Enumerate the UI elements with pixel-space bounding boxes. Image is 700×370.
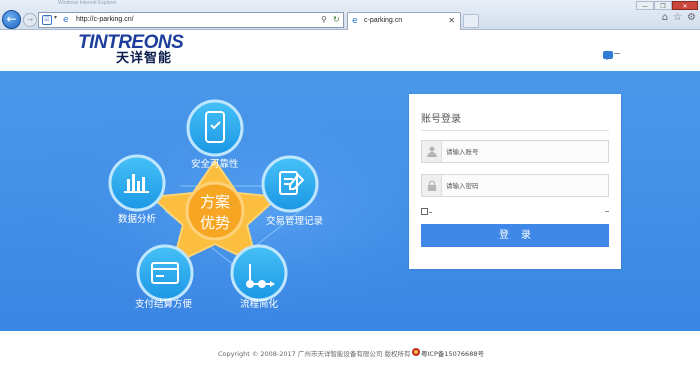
forward-button[interactable]: → xyxy=(23,13,37,27)
remember-label[interactable] xyxy=(429,212,432,213)
gear-icon[interactable]: ⚙ xyxy=(687,12,696,24)
password-input[interactable] xyxy=(446,178,604,193)
logo[interactable]: TINTREONS 天详智能 xyxy=(78,33,208,67)
site-header: TINTREONS 天详智能 xyxy=(0,30,700,71)
remember-checkbox[interactable] xyxy=(421,208,428,215)
feature-label-security: 安全可靠性 xyxy=(191,159,239,170)
window-controls: — ❐ ✕ xyxy=(636,1,698,10)
address-bar[interactable]: ☑ ▾ e http://c-parking.cn/ ⚲ ↻ xyxy=(38,12,344,28)
feature-flow xyxy=(230,244,288,302)
police-badge-icon xyxy=(412,348,420,356)
logo-text-en: TINTREONS xyxy=(78,32,184,53)
feature-analytics xyxy=(108,154,166,212)
search-icon[interactable]: ⚲ xyxy=(321,14,327,26)
close-tab-icon[interactable]: ✕ xyxy=(448,16,455,25)
refresh-icon[interactable]: ↻ xyxy=(333,14,340,26)
username-input[interactable] xyxy=(446,144,604,159)
browser-tab[interactable]: e c-parking.cn ✕ xyxy=(347,12,461,30)
copyright-text: Copyright © 2008-2017 广州市天详智能设备有限公司 版权所有 xyxy=(218,350,411,358)
divider xyxy=(421,130,609,131)
ie-page-icon: e xyxy=(352,16,358,26)
logo-text-cn: 天详智能 xyxy=(116,51,173,66)
hub-label-line2: 优势 xyxy=(200,214,230,232)
new-tab-button[interactable] xyxy=(463,14,479,28)
username-field[interactable] xyxy=(421,140,609,163)
user-icon xyxy=(422,141,442,162)
minimize-button[interactable]: — xyxy=(636,1,654,10)
maximize-button[interactable]: ❐ xyxy=(654,1,672,10)
home-icon[interactable]: ⌂ xyxy=(662,12,668,24)
window-title: Windows Internet Explorer xyxy=(58,0,117,6)
tab-label: c-parking.cn xyxy=(364,17,403,24)
back-button[interactable]: ← xyxy=(2,10,21,29)
address-url[interactable]: http://c-parking.cn/ xyxy=(76,15,134,25)
feature-label-analytics: 数据分析 xyxy=(118,214,157,225)
footer: Copyright © 2008-2017 广州市天详智能设备有限公司 版权所有… xyxy=(0,331,700,370)
chat-icon[interactable] xyxy=(603,51,613,60)
feature-payment xyxy=(136,244,194,302)
feature-label-flow: 流程简化 xyxy=(240,299,279,310)
close-window-button[interactable]: ✕ xyxy=(672,1,698,10)
browser-chrome: Windows Internet Explorer ← → ☑ ▾ e http… xyxy=(0,0,700,30)
compatibility-icon[interactable]: ☑ xyxy=(42,15,52,25)
forgot-password-link[interactable] xyxy=(605,211,609,212)
favorites-icon[interactable]: ☆ xyxy=(673,12,682,24)
icp-link[interactable]: 粤ICP备15076688号 xyxy=(421,348,484,358)
feature-security xyxy=(186,99,244,157)
page: Windows Internet Explorer ← → ☑ ▾ e http… xyxy=(0,0,700,370)
feature-label-payment: 支付结算方便 xyxy=(135,299,193,310)
login-panel: 账号登录 登录 xyxy=(409,94,621,269)
hub-label-line1: 方案 xyxy=(200,193,230,211)
browser-toolbar: ⌂ ☆ ⚙ xyxy=(662,12,696,24)
feature-label-transactions: 交易管理记录 xyxy=(266,216,324,227)
login-title: 账号登录 xyxy=(421,114,461,125)
lock-icon xyxy=(422,175,442,196)
login-button[interactable]: 登录 xyxy=(421,224,609,247)
password-field[interactable] xyxy=(421,174,609,197)
ie-page-icon: e xyxy=(63,15,69,25)
chevron-down-icon[interactable]: ▾ xyxy=(54,14,57,21)
feature-transactions xyxy=(261,155,319,213)
chat-label[interactable] xyxy=(614,53,620,54)
